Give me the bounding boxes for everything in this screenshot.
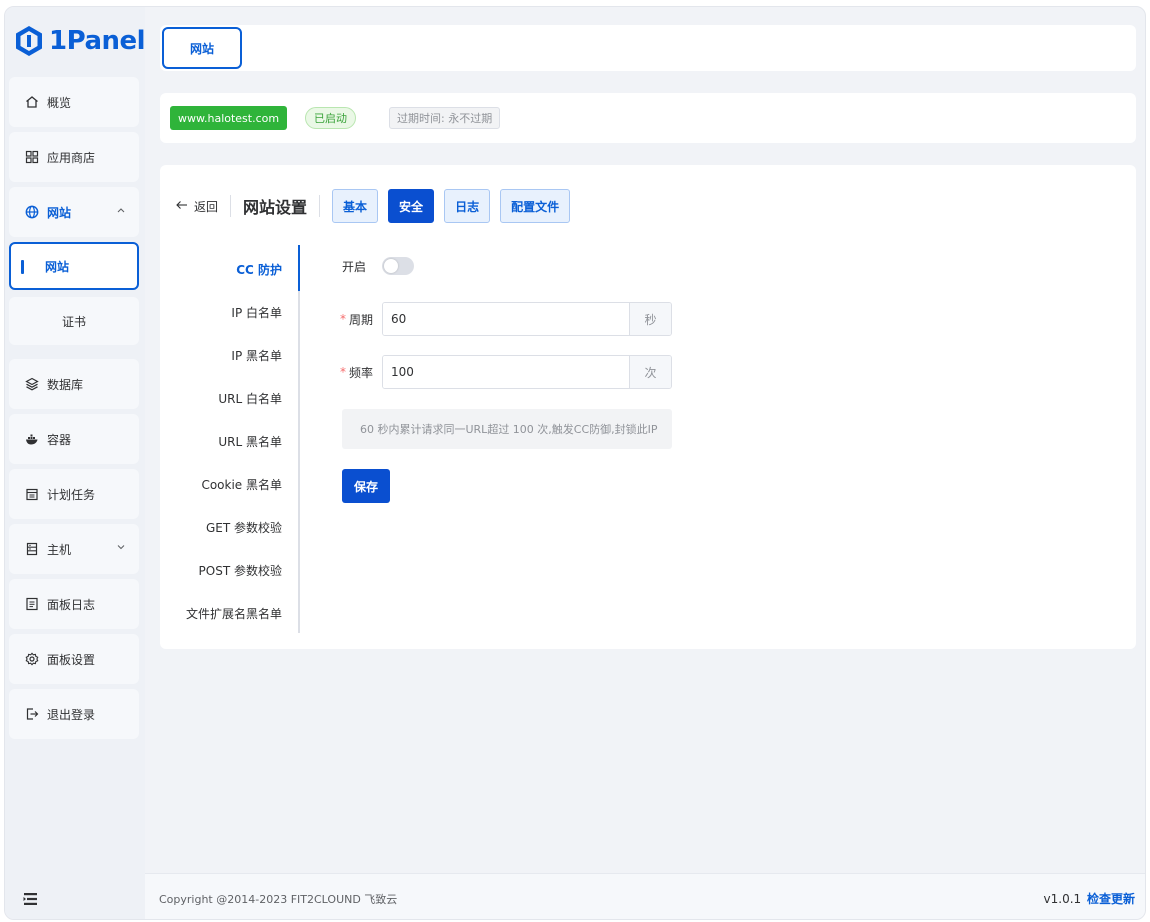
status-badge: 已启动 [305, 107, 356, 129]
frequency-label-text: 频率 [349, 365, 374, 380]
site-info-bar: www.halotest.com 已启动 过期时间: 永不过期 [160, 93, 1136, 143]
tab-website[interactable]: 网站 [162, 27, 242, 69]
divider [319, 195, 321, 217]
grid-icon [25, 150, 39, 164]
globe-icon [25, 205, 39, 219]
segment-config-file[interactable]: 配置文件 [500, 189, 571, 223]
sidebar-item-panel-log[interactable]: 面板日志 [9, 579, 139, 629]
menu-url-whitelist[interactable]: URL 白名单 [218, 388, 282, 408]
sidebar-item-label: 主机 [47, 542, 72, 557]
period-input-group: 秒 [382, 302, 672, 336]
back-label: 返回 [194, 199, 219, 214]
sidebar-item-label: 退出登录 [47, 707, 96, 722]
active-indicator [21, 260, 24, 274]
sidebar-item-label: 概览 [47, 95, 72, 110]
sidebar-item-logout[interactable]: 退出登录 [9, 689, 139, 739]
menu-cc-protection[interactable]: CC 防护 [236, 259, 282, 279]
sidebar-item-label: 应用商店 [47, 150, 96, 165]
sidebar-item-cron[interactable]: 计划任务 [9, 469, 139, 519]
domain-tag[interactable]: www.halotest.com [170, 106, 288, 130]
sidebar-item-label: 面板日志 [47, 597, 96, 612]
required-mark: * [340, 365, 346, 379]
menu-url-blacklist[interactable]: URL 黑名单 [218, 431, 282, 451]
active-menu-indicator [298, 245, 300, 291]
sidebar-item-website[interactable]: 网站 [9, 187, 139, 237]
sidebar: 1Panel 概览 应用商店 网站 网站 证书 数据库 容器 计划任务 主机 面… [5, 7, 146, 919]
divider [230, 195, 232, 217]
logo-icon [16, 26, 42, 56]
home-icon [25, 95, 39, 109]
menu-get-param-check[interactable]: GET 参数校验 [206, 517, 282, 537]
menu-ip-blacklist[interactable]: IP 黑名单 [231, 345, 282, 365]
save-button[interactable]: 保存 [342, 469, 390, 503]
sidebar-item-panel-settings[interactable]: 面板设置 [9, 634, 139, 684]
chevron-up-icon [117, 205, 125, 216]
sidebar-item-overview[interactable]: 概览 [9, 77, 139, 127]
arrow-left-icon [176, 199, 188, 213]
copyright-text: Copyright @2014-2023 FIT2CLOUND 飞致云 [159, 893, 398, 906]
brand-name: 1Panel [49, 26, 146, 56]
menu-file-ext-blacklist[interactable]: 文件扩展名黑名单 [186, 603, 282, 623]
sidebar-subitem-label: 网站 [45, 259, 70, 274]
frequency-label: * 频率 [340, 355, 373, 389]
gear-icon [25, 652, 39, 666]
period-input[interactable] [383, 303, 629, 335]
sidebar-item-label: 数据库 [47, 377, 84, 392]
page-title: 网站设置 [243, 198, 308, 217]
menu-cookie-blacklist[interactable]: Cookie 黑名单 [201, 474, 282, 494]
enable-switch[interactable] [382, 257, 414, 275]
security-side-menu: CC 防护 IP 白名单 IP 黑名单 URL 白名单 URL 黑名单 Cook… [160, 245, 300, 633]
expire-badge: 过期时间: 永不过期 [389, 107, 501, 129]
sidebar-subitem-certificate[interactable]: 证书 [9, 297, 139, 345]
server-icon [25, 542, 39, 556]
sidebar-subitem-website[interactable]: 网站 [9, 242, 139, 290]
sidebar-item-label: 网站 [47, 205, 72, 220]
enable-label: 开启 [342, 259, 367, 274]
sidebar-subitem-label: 证书 [61, 314, 86, 329]
back-button[interactable]: 返回 [176, 198, 218, 215]
period-unit: 秒 [629, 303, 671, 335]
logout-icon [25, 707, 39, 721]
required-mark: * [340, 312, 346, 326]
cc-hint-text: 60 秒内累计请求同一URL超过 100 次,触发CC防御,封锁此IP [342, 409, 672, 449]
sidebar-item-container[interactable]: 容器 [9, 414, 139, 464]
version-number: v1.0.1 [1043, 892, 1082, 906]
log-icon [25, 597, 39, 611]
app-window: 1Panel 概览 应用商店 网站 网站 证书 数据库 容器 计划任务 主机 面… [4, 6, 1146, 920]
menu-ip-whitelist[interactable]: IP 白名单 [231, 302, 282, 322]
docker-icon [25, 432, 39, 446]
sidebar-item-label: 计划任务 [47, 487, 96, 502]
period-label: * 周期 [340, 302, 373, 336]
tabs-bar: 网站 [160, 25, 1136, 71]
sidebar-item-app-store[interactable]: 应用商店 [9, 132, 139, 182]
frequency-input[interactable] [383, 356, 629, 388]
period-label-text: 周期 [349, 312, 374, 327]
logo[interactable]: 1Panel [15, 21, 146, 61]
frequency-unit: 次 [629, 356, 671, 388]
chevron-down-icon [117, 542, 125, 553]
layers-icon [25, 377, 39, 391]
check-update-link[interactable]: 检查更新 [1087, 892, 1135, 906]
collapse-menu-icon[interactable] [23, 891, 39, 905]
segment-log[interactable]: 日志 [444, 189, 491, 223]
frequency-input-group: 次 [382, 355, 672, 389]
switch-knob [384, 259, 398, 273]
settings-panel: 返回 网站设置 基本 安全 日志 配置文件 CC 防护 IP 白名单 IP 黑名… [160, 165, 1136, 649]
sidebar-item-database[interactable]: 数据库 [9, 359, 139, 409]
version-info: v1.0.1 检查更新 [1044, 890, 1135, 907]
calendar-icon [25, 487, 39, 501]
sidebar-item-host[interactable]: 主机 [9, 524, 139, 574]
sidebar-item-label: 面板设置 [47, 652, 96, 667]
settings-header: 返回 网站设置 基本 安全 日志 配置文件 [176, 189, 571, 223]
segment-security[interactable]: 安全 [388, 189, 435, 223]
segment-basic[interactable]: 基本 [332, 189, 379, 223]
footer: Copyright @2014-2023 FIT2CLOUND 飞致云 v1.0… [145, 873, 1145, 919]
sidebar-item-label: 容器 [47, 432, 72, 447]
menu-post-param-check[interactable]: POST 参数校验 [199, 560, 282, 580]
